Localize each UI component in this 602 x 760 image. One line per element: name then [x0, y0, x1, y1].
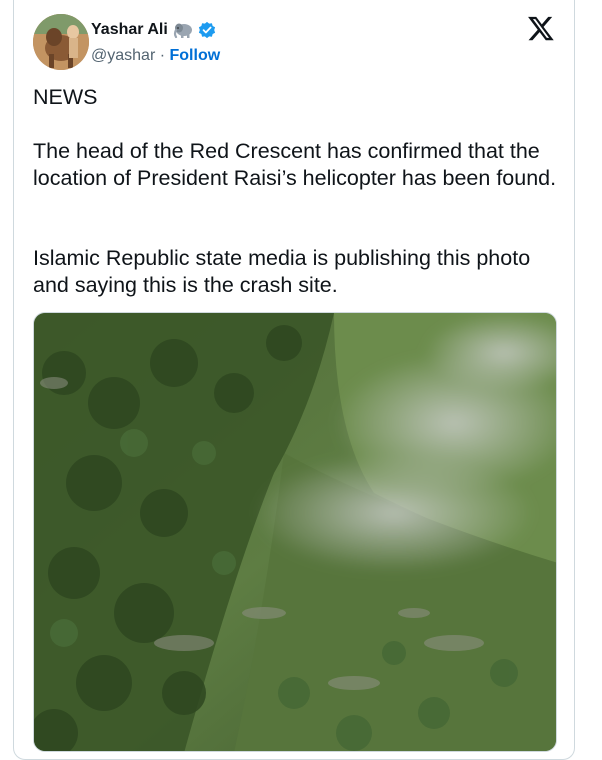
- author-name[interactable]: Yashar Ali: [91, 20, 168, 40]
- avatar-image: [33, 14, 89, 70]
- author-handle-row: @yashar · Follow: [91, 46, 220, 66]
- tweet-photo[interactable]: [33, 312, 557, 752]
- tweet-text-paragraph-1: The head of the Red Crescent has confirm…: [33, 139, 557, 190]
- separator-dot: ·: [159, 47, 166, 64]
- tweet-text-news: NEWS: [33, 85, 98, 109]
- tweet-card: Yashar Ali @yashar · Follow NEWS The hea…: [13, 0, 575, 760]
- elephant-emoji-icon: [173, 23, 192, 39]
- crash-site-photo: [34, 313, 556, 751]
- x-logo-icon[interactable]: [527, 14, 555, 42]
- tweet-text-paragraph-2: Islamic Republic state media is publishi…: [33, 246, 531, 297]
- avatar[interactable]: [33, 14, 89, 70]
- follow-button[interactable]: Follow: [170, 47, 221, 64]
- author-name-row: Yashar Ali: [91, 20, 216, 40]
- author-handle[interactable]: @yashar: [91, 47, 155, 64]
- verified-badge-icon: [198, 21, 215, 39]
